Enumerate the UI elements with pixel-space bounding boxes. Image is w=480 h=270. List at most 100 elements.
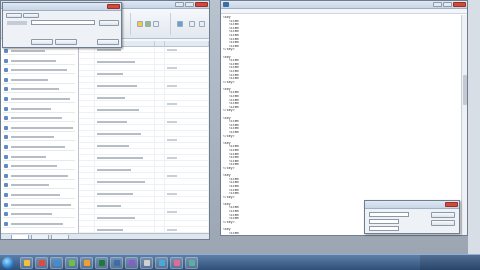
item-icon	[4, 193, 8, 197]
taskbar-app-button[interactable]	[80, 257, 93, 269]
small-dialog-button[interactable]	[431, 220, 455, 226]
item-icon	[4, 145, 8, 149]
item-icon	[4, 116, 8, 121]
taskbar-app-button[interactable]	[20, 257, 33, 269]
task-pane-item[interactable]	[3, 76, 75, 84]
app-icon	[24, 260, 30, 266]
dialog-close-text-button[interactable]	[97, 39, 119, 45]
ribbon-button[interactable]	[199, 21, 205, 27]
task-pane-item[interactable]	[3, 66, 75, 75]
task-pane-item[interactable]	[3, 143, 75, 151]
cell-text-placeholder	[167, 229, 177, 231]
small-dialog-button[interactable]	[431, 212, 455, 218]
item-label	[11, 50, 45, 52]
find-label	[7, 21, 27, 25]
small-dialog-titlebar[interactable]	[365, 201, 459, 209]
minimize-button[interactable]	[175, 2, 184, 7]
taskbar-app-button[interactable]	[110, 257, 123, 269]
dialog-tab[interactable]	[6, 13, 22, 18]
taskbar-app-button[interactable]	[170, 257, 183, 269]
cell-text-placeholder	[97, 229, 123, 231]
close-button[interactable]	[195, 2, 208, 7]
item-label	[11, 98, 70, 100]
task-pane-item[interactable]	[3, 172, 75, 180]
task-pane-item[interactable]	[3, 181, 75, 190]
app-icon	[189, 260, 195, 266]
task-pane-item[interactable]	[3, 162, 75, 171]
task-pane-item[interactable]	[3, 57, 75, 65]
find-input[interactable]	[31, 20, 95, 25]
editor-titlebar[interactable]	[221, 1, 467, 9]
sheet-tab[interactable]	[51, 235, 69, 239]
left-task-pane	[1, 41, 79, 233]
small-dialog-close-button[interactable]	[445, 202, 458, 207]
task-pane-item[interactable]	[3, 124, 75, 132]
taskbar-app-button[interactable]	[125, 257, 138, 269]
small-dialog-option[interactable]	[369, 212, 409, 217]
cell-text-placeholder	[97, 49, 121, 51]
cell-text-placeholder	[97, 73, 123, 75]
taskbar-app-button[interactable]	[95, 257, 108, 269]
item-icon	[4, 68, 8, 73]
minimize-button[interactable]	[433, 2, 442, 7]
editor-scrollbar[interactable]	[461, 15, 467, 235]
sheet-tab[interactable]	[11, 235, 29, 239]
taskbar-app-button[interactable]	[155, 257, 168, 269]
ribbon-button[interactable]	[189, 21, 195, 27]
maximize-button[interactable]	[443, 2, 452, 7]
ribbon-button[interactable]	[177, 21, 183, 27]
task-pane-item[interactable]	[3, 220, 75, 228]
small-dialog-option[interactable]	[369, 226, 399, 231]
app-icon	[144, 260, 150, 266]
task-pane-item[interactable]	[3, 133, 75, 142]
task-pane-item[interactable]	[3, 105, 75, 113]
sheet-tab[interactable]	[31, 235, 49, 239]
dialog-titlebar[interactable]	[3, 3, 121, 11]
find-all-button[interactable]	[31, 39, 53, 45]
item-icon	[4, 97, 8, 101]
editor-menubar	[221, 9, 467, 14]
cell-text-placeholder	[97, 193, 133, 195]
taskbar-app-button[interactable]	[65, 257, 78, 269]
ribbon-button[interactable]	[153, 21, 159, 27]
cell-text-placeholder	[97, 205, 121, 207]
find-next-button[interactable]	[55, 39, 77, 45]
taskbar-app-button[interactable]	[50, 257, 63, 269]
task-pane-item[interactable]	[3, 210, 75, 219]
cell-text-placeholder	[97, 157, 143, 159]
app-icon	[174, 260, 180, 266]
taskbar-app-button[interactable]	[185, 257, 198, 269]
item-icon	[4, 183, 8, 188]
task-pane-item[interactable]	[3, 85, 75, 94]
sheet-tab-bar	[1, 233, 209, 239]
taskbar-app-button[interactable]	[35, 257, 48, 269]
task-pane-item[interactable]	[3, 114, 75, 123]
item-icon	[4, 202, 8, 207]
task-pane-item[interactable]	[3, 153, 75, 161]
maximize-button[interactable]	[185, 2, 194, 7]
system-tray	[420, 255, 480, 270]
taskbar-app-button[interactable]	[140, 257, 153, 269]
ribbon-button[interactable]	[137, 21, 143, 27]
task-pane-item[interactable]	[3, 191, 75, 199]
cell-text-placeholder	[97, 97, 125, 99]
task-pane-item[interactable]	[3, 95, 75, 103]
ribbon-button[interactable]	[145, 21, 151, 27]
small-dialog-option[interactable]	[369, 219, 399, 224]
task-pane-item[interactable]	[3, 47, 75, 55]
cell-text-placeholder	[97, 145, 129, 147]
item-label	[11, 146, 65, 148]
dialog-close-button[interactable]	[107, 4, 120, 9]
close-button[interactable]	[453, 2, 466, 7]
cell-text-placeholder	[97, 61, 135, 63]
item-icon	[4, 164, 8, 169]
item-label	[11, 194, 60, 196]
item-label	[11, 107, 51, 110]
start-button[interactable]	[2, 257, 14, 269]
dialog-tab[interactable]	[23, 13, 39, 18]
scrollbar-thumb[interactable]	[463, 75, 467, 105]
options-button[interactable]	[99, 20, 119, 26]
task-pane-item[interactable]	[3, 201, 75, 209]
item-label	[11, 59, 56, 62]
item-icon	[4, 77, 8, 82]
